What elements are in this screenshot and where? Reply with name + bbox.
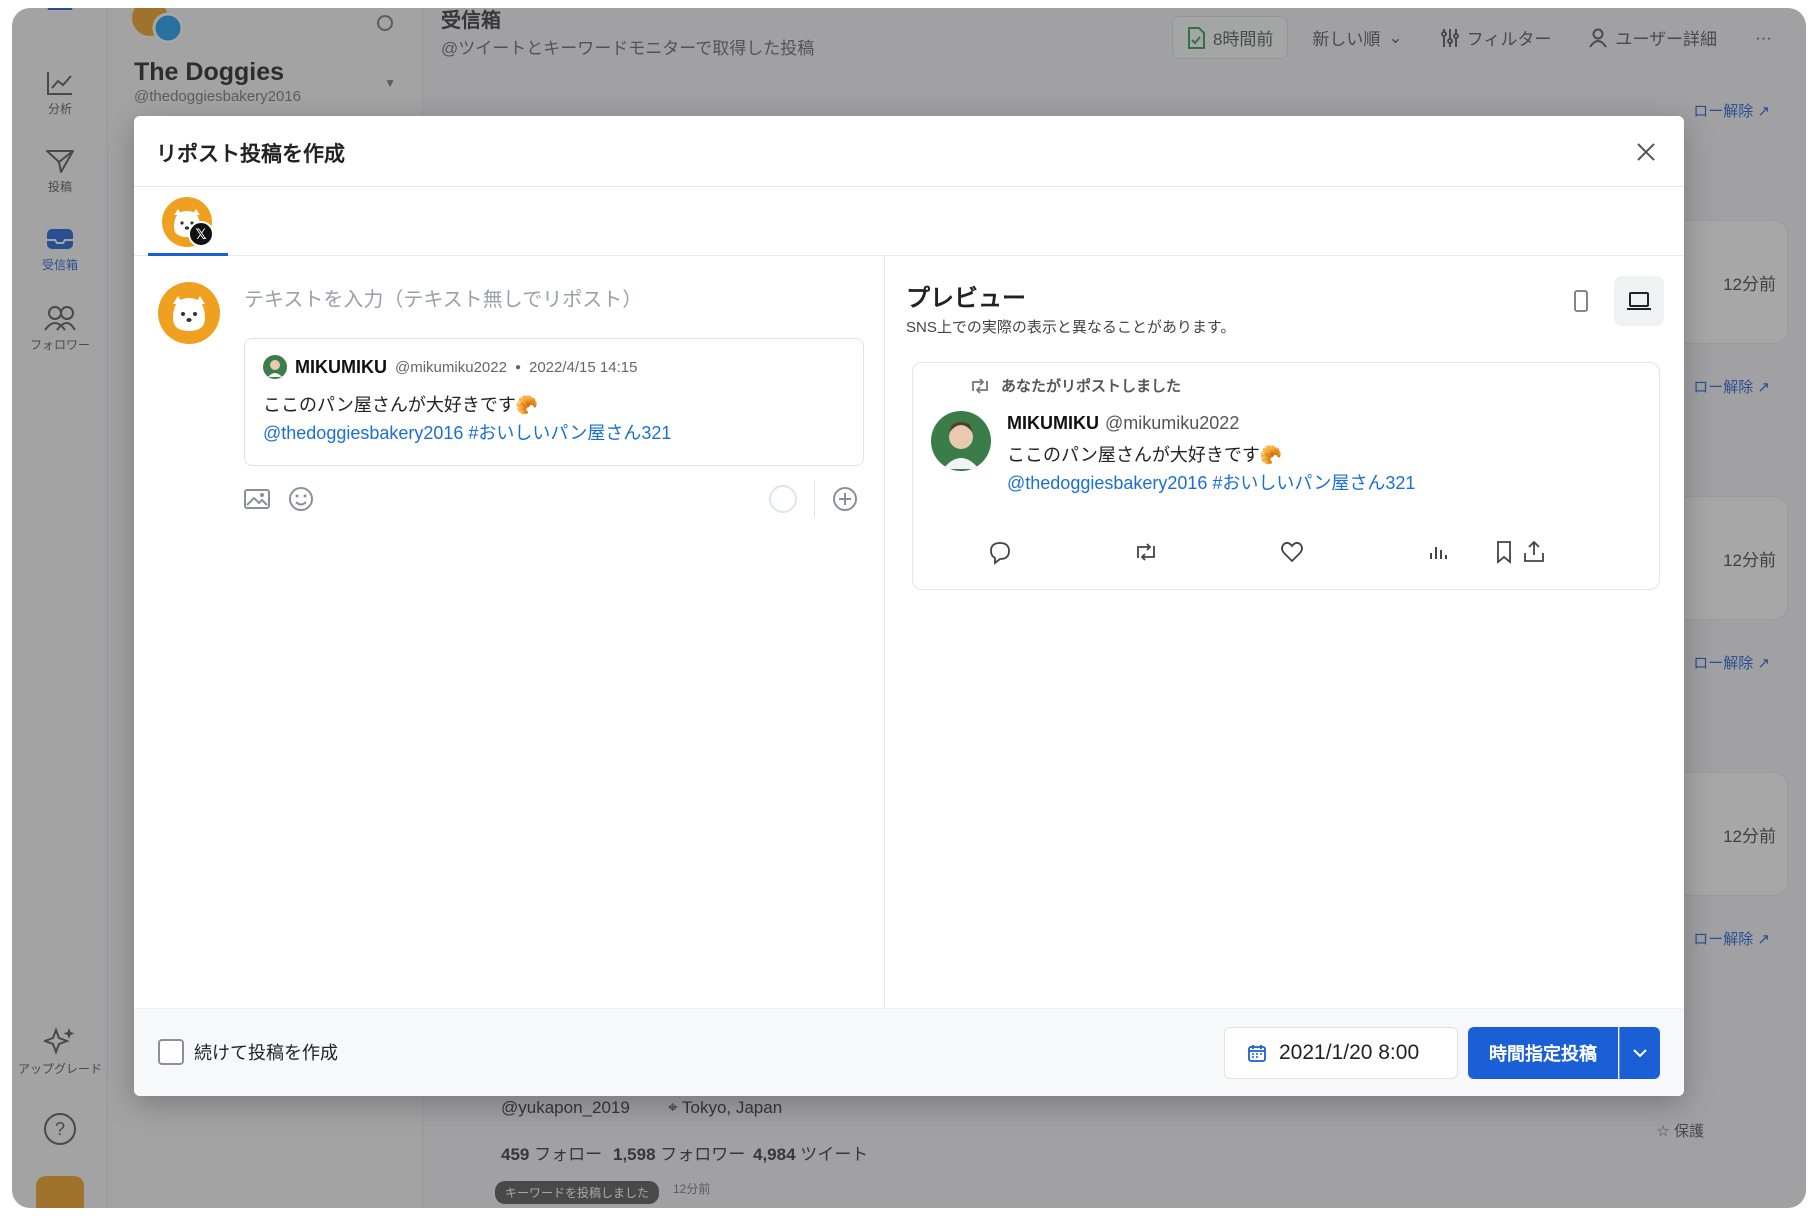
preview-pane: プレビュー SNS上での実際の表示と異なることがあります。 あなたがリポストしま… <box>886 256 1684 1008</box>
preview-post-links[interactable]: @thedoggiesbakery2016 #おいしいパン屋さん321 <box>1007 469 1415 497</box>
quoted-post-text: ここのパン屋さんが大好きです🥐 <box>263 395 539 415</box>
editor-pane: MIKUMIKU @mikumiku2022 ● 2022/4/15 14:15… <box>134 256 885 1008</box>
modal-title: リポスト投稿を作成 <box>156 143 345 166</box>
reply-icon[interactable] <box>987 539 1013 565</box>
quoted-post-body: ここのパン屋さんが大好きです🥐 @thedoggiesbakery2016 #お… <box>263 391 845 447</box>
quoted-author-avatar <box>263 355 287 379</box>
preview-author-avatar <box>931 411 991 471</box>
schedule-date-picker[interactable]: 2021/1/20 8:00 <box>1224 1027 1458 1079</box>
checkbox-label: 続けて投稿を作成 <box>194 1043 338 1063</box>
modal-body: MIKUMIKU @mikumiku2022 ● 2022/4/15 14:15… <box>134 256 1684 1008</box>
quoted-author-handle: @mikumiku2022 <box>395 358 507 376</box>
character-count-ring-icon <box>769 485 797 513</box>
image-icon[interactable] <box>242 484 272 514</box>
modal-header: リポスト投稿を作成 <box>134 116 1684 187</box>
preview-actions <box>913 539 1659 569</box>
preview-post-body: ここのパン屋さんが大好きです🥐 @thedoggiesbakery2016 #お… <box>1007 441 1415 497</box>
repost-indicator: あなたがリポストしました <box>969 375 1181 396</box>
chevron-down-icon <box>1633 1049 1647 1058</box>
schedule-date-value: 2021/1/20 8:00 <box>1279 1041 1420 1064</box>
mobile-preview-button[interactable] <box>1556 276 1606 326</box>
continue-checkbox[interactable]: 続けて投稿を作成 <box>158 1039 338 1065</box>
repost-text-input[interactable] <box>244 280 854 320</box>
modal-footer: 続けて投稿を作成 2021/1/20 8:00 時間指定投稿 <box>134 1008 1684 1096</box>
quoted-post-links[interactable]: @thedoggiesbakery2016 #おいしいパン屋さん321 <box>263 419 845 447</box>
preview-post-text: ここのパン屋さんが大好きです🥐 <box>1007 445 1283 465</box>
quoted-post-date: 2022/4/15 14:15 <box>528 358 638 376</box>
account-avatar <box>158 282 220 344</box>
quoted-post-header: MIKUMIKU @mikumiku2022 ● 2022/4/15 14:15 <box>263 355 845 379</box>
repost-modal: リポスト投稿を作成 𝕏 テキストを入力（テキスト無しでリポスト） MIKUMIK… <box>134 116 1684 1096</box>
mobile-icon <box>1574 290 1588 312</box>
close-icon[interactable] <box>1634 140 1658 164</box>
preview-author-handle: @mikumiku2022 <box>1105 413 1240 433</box>
preview-title: プレビュー <box>906 285 1026 312</box>
schedule-post-button[interactable]: 時間指定投稿 <box>1468 1027 1618 1079</box>
quoted-author-name: MIKUMIKU <box>295 356 387 377</box>
repost-icon[interactable] <box>1133 539 1159 565</box>
separator-dot: ● <box>514 361 521 373</box>
emoji-icon[interactable] <box>286 484 316 514</box>
laptop-icon <box>1627 292 1651 310</box>
toolbar-divider <box>814 480 815 518</box>
account-tabs: 𝕏 <box>134 187 1684 256</box>
analytics-icon[interactable] <box>1425 539 1451 565</box>
preview-card: あなたがリポストしました MIKUMIKU @mikumiku2022 ここのパ… <box>912 362 1660 590</box>
bookmark-icon[interactable] <box>1491 539 1517 565</box>
tab-account-x[interactable]: 𝕏 <box>148 187 228 256</box>
preview-author-name: MIKUMIKU <box>1007 413 1099 433</box>
editor-toolbar <box>242 480 872 524</box>
heart-icon[interactable] <box>1279 539 1305 565</box>
checkbox-box[interactable] <box>158 1039 184 1065</box>
schedule-options-button[interactable] <box>1619 1027 1660 1079</box>
share-icon[interactable] <box>1521 539 1547 565</box>
quoted-post-card: MIKUMIKU @mikumiku2022 ● 2022/4/15 14:15… <box>244 338 864 466</box>
preview-subtitle: SNS上での実際の表示と異なることがあります。 <box>906 319 1236 336</box>
x-logo-icon: 𝕏 <box>188 221 214 247</box>
add-thread-icon[interactable] <box>830 484 860 514</box>
preview-post-header: MIKUMIKU @mikumiku2022 <box>1007 413 1239 434</box>
repost-icon <box>972 377 988 394</box>
desktop-preview-button[interactable] <box>1614 276 1664 326</box>
calendar-icon <box>1248 1045 1266 1062</box>
